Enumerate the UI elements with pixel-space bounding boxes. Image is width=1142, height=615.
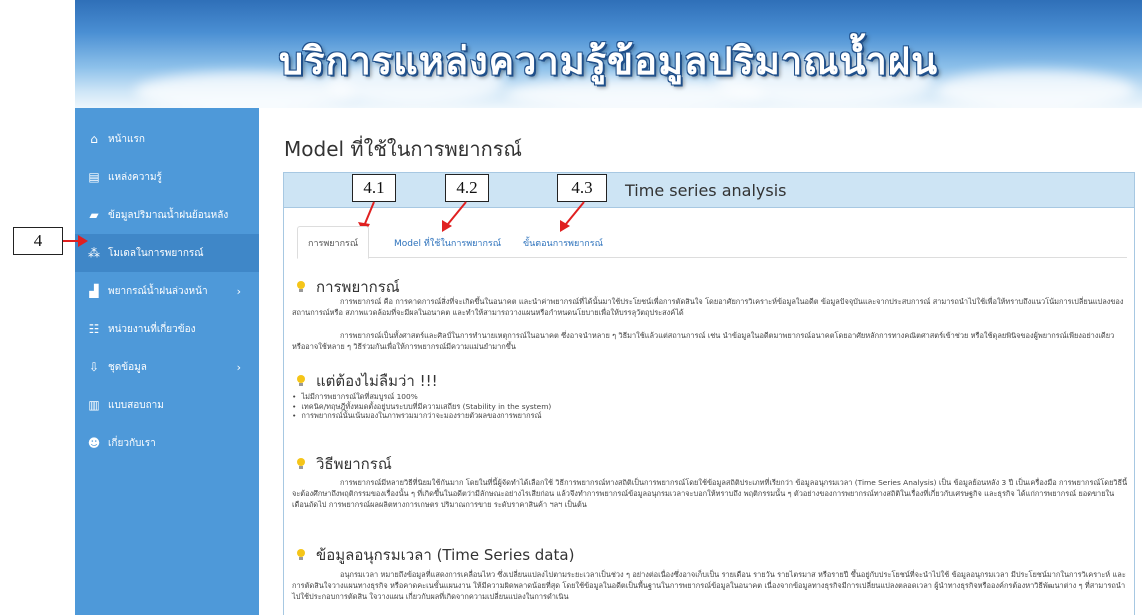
user-info-icon: ☻	[87, 436, 101, 450]
lightbulb-icon	[296, 374, 306, 388]
lightbulb-icon	[296, 457, 306, 471]
lightbulb-icon	[296, 280, 306, 294]
section-heading: วิธีพยากรณ์	[296, 452, 392, 476]
download-icon: ⇩	[88, 360, 100, 374]
sidebar-item-questionnaire[interactable]: ▥ แบบสอบถาม	[75, 386, 259, 424]
sidebar-item-rainfall-forecast[interactable]: ▟ พยากรณ์น้ำฝนล่วงหน้า ›	[75, 272, 259, 310]
book-icon: ▤	[88, 170, 100, 184]
sidebar-item-knowledge[interactable]: ▤ แหล่งความรู้	[75, 158, 259, 196]
sidebar-item-label: เกี่ยวกับเรา	[108, 437, 156, 449]
sidebar-item-label: หน้าแรก	[108, 133, 145, 145]
page-title: Model ที่ใช้ในการพยากรณ์	[284, 137, 522, 161]
page: { "header": { "title": "บริการแหล่งความร…	[0, 0, 1142, 615]
sidebar-item-label: โมเดลในการพยากรณ์	[108, 247, 204, 259]
tab-model[interactable]: Model ที่ใช้ในการพยากรณ์	[384, 226, 511, 259]
sidebar-item-historical-rainfall[interactable]: ▰ ข้อมูลปริมาณน้ำฝนย้อนหลัง	[75, 196, 259, 234]
list-item: เทคนิค/ทฤษฎีทั้งหมดตั้งอยู่บนระบบที่มีคว…	[292, 402, 1128, 412]
section-heading: ข้อมูลอนุกรมเวลา (Time Series data)	[296, 543, 574, 567]
paragraph: อนุกรมเวลา หมายถึงข้อมูลที่แสดงการเคลื่อ…	[292, 570, 1126, 601]
paragraph: การพยากรณ์เป็นทั้งศาสตร์และศิลป์ในการทำน…	[292, 331, 1115, 351]
sidebar-item-label: ชุดข้อมูล	[108, 361, 147, 373]
chevron-right-icon: ›	[236, 360, 241, 374]
sidebar-item-agencies[interactable]: ☷ หน่วยงานที่เกี่ยวข้อง	[75, 310, 259, 348]
sidebar-item-datasets[interactable]: ⇩ ชุดข้อมูล ›	[75, 348, 259, 386]
sidebar-item-forecast-model[interactable]: ⁂ โมเดลในการพยากรณ์	[75, 234, 259, 272]
section-title: แต่ต้องไม่ลืมว่า !!!	[316, 372, 438, 390]
paragraph: การพยากรณ์มีหลายวิธีที่นิยมใช้กันมาก โดย…	[292, 478, 1128, 509]
sidebar-item-label: แบบสอบถาม	[108, 399, 164, 411]
sidebar-item-label: ข้อมูลปริมาณน้ำฝนย้อนหลัง	[108, 209, 229, 221]
form-icon: ▥	[88, 398, 100, 412]
sidebar-item-about[interactable]: ☻ เกี่ยวกับเรา	[75, 424, 259, 462]
section-title: วิธีพยากรณ์	[316, 455, 392, 473]
chevron-right-icon: ›	[236, 284, 241, 298]
section-heading: แต่ต้องไม่ลืมว่า !!!	[296, 369, 438, 393]
bar-chart-icon: ▟	[89, 284, 99, 298]
sidebar-item-label: หน่วยงานที่เกี่ยวข้อง	[108, 323, 196, 335]
section-title: ข้อมูลอนุกรมเวลา (Time Series data)	[316, 546, 575, 564]
arrowhead-icon	[78, 235, 88, 247]
paragraph: การพยากรณ์ คือ การคาดการณ์สิ่งที่จะเกิดข…	[292, 297, 1124, 317]
sidebar-item-home[interactable]: ⌂ หน้าแรก	[75, 120, 259, 158]
annotation-label-4: 4	[13, 227, 63, 255]
bullet-list: ไม่มีการพยากรณ์ใดที่สมบูรณ์ 100% เทคนิค/…	[292, 392, 1128, 421]
home-icon: ⌂	[90, 132, 98, 146]
tab-steps[interactable]: ขั้นตอนการพยากรณ์	[513, 226, 613, 259]
panel-title: Time series analysis	[625, 181, 787, 200]
header-banner: บริการแหล่งความรู้ข้อมูลปริมาณน้ำฝน	[75, 0, 1142, 108]
annotation-label-4-2: 4.2	[445, 174, 489, 202]
users-icon: ☷	[88, 322, 100, 336]
sidebar: ⌂ หน้าแรก ▤ แหล่งความรู้ ▰ ข้อมูลปริมาณน…	[75, 108, 259, 615]
lightbulb-icon	[296, 548, 306, 562]
sidebar-item-label: พยากรณ์น้ำฝนล่วงหน้า	[108, 285, 208, 297]
folder-icon: ▰	[89, 208, 99, 222]
sitemap-icon: ⁂	[88, 246, 100, 260]
site-title: บริการแหล่งความรู้ข้อมูลปริมาณน้ำฝน	[278, 39, 939, 83]
list-item: การพยากรณ์นั้นเน้นมองในภาพรวมมากว่าจะมอง…	[292, 411, 1128, 421]
tab-forecasting[interactable]: การพยากรณ์	[297, 226, 370, 259]
sidebar-item-label: แหล่งความรู้	[108, 171, 162, 183]
list-item: ไม่มีการพยากรณ์ใดที่สมบูรณ์ 100%	[292, 392, 1128, 402]
annotation-label-4-3: 4.3	[557, 174, 607, 202]
annotation-label-4-1: 4.1	[352, 174, 396, 202]
